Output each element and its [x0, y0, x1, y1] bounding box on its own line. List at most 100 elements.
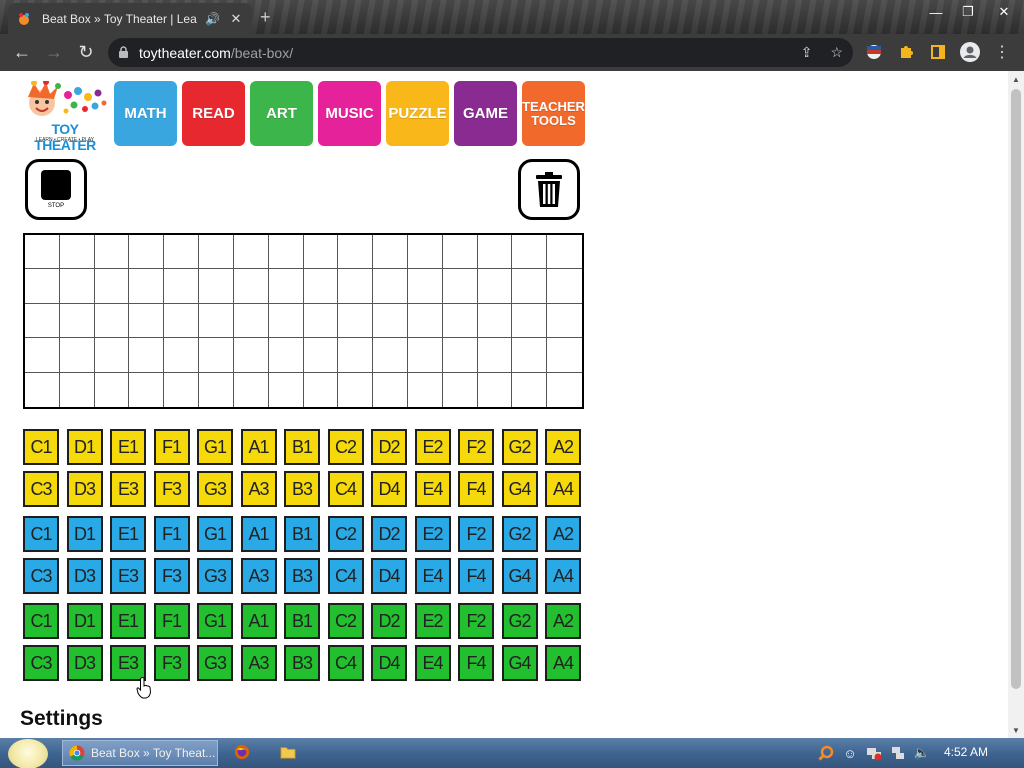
nav-puzzle[interactable]: PUZZLE — [386, 81, 449, 146]
note-button[interactable]: C2 — [327, 429, 364, 465]
grid-cell[interactable] — [233, 303, 269, 339]
grid-cell[interactable] — [512, 372, 548, 407]
note-button[interactable]: C3 — [23, 558, 59, 594]
note-button[interactable]: F2 — [458, 603, 494, 639]
note-button[interactable]: G3 — [197, 471, 233, 507]
start-button[interactable] — [8, 739, 48, 768]
note-button[interactable]: A1 — [240, 429, 277, 465]
note-button[interactable]: G4 — [501, 471, 538, 507]
note-button[interactable]: C1 — [23, 429, 59, 465]
note-button[interactable]: E3 — [110, 471, 146, 507]
grid-cell[interactable] — [303, 235, 339, 270]
speaker-icon[interactable]: 🔊 — [205, 12, 220, 26]
note-button[interactable]: A1 — [240, 603, 277, 639]
note-button[interactable]: F1 — [153, 603, 190, 639]
grid-cell[interactable] — [477, 235, 513, 270]
grid-cell[interactable] — [199, 372, 234, 407]
grid-cell[interactable] — [269, 372, 304, 407]
note-button[interactable]: B1 — [284, 429, 320, 465]
note-button[interactable]: F2 — [458, 516, 494, 552]
grid-cell[interactable] — [25, 235, 60, 270]
note-button[interactable]: A3 — [240, 645, 277, 681]
note-button[interactable]: A4 — [545, 471, 581, 507]
grid-cell[interactable] — [164, 303, 200, 339]
grid-cell[interactable] — [233, 338, 269, 373]
note-button[interactable]: C4 — [327, 645, 364, 681]
note-button[interactable]: G1 — [197, 429, 233, 465]
note-button[interactable]: A1 — [240, 516, 277, 552]
grid-cell[interactable] — [268, 338, 304, 373]
note-button[interactable]: C4 — [327, 471, 364, 507]
note-button[interactable]: E2 — [414, 603, 451, 639]
note-button[interactable]: F3 — [153, 471, 190, 507]
grid-cell[interactable] — [199, 235, 234, 270]
back-arrow-icon[interactable]: ← — [6, 37, 38, 69]
grid-cell[interactable] — [338, 235, 374, 270]
grid-cell[interactable] — [442, 338, 478, 373]
grid-cell[interactable] — [373, 303, 408, 339]
close-window-icon[interactable]: ✕ — [988, 0, 1020, 24]
minimize-icon[interactable]: — — [920, 0, 952, 24]
scrollbar-thumb[interactable] — [1011, 89, 1021, 689]
grid-cell[interactable] — [512, 303, 548, 339]
grid-cell[interactable] — [199, 303, 234, 339]
grid-cell[interactable] — [94, 338, 130, 373]
note-button[interactable]: E4 — [414, 471, 451, 507]
grid-cell[interactable] — [407, 235, 443, 270]
note-button[interactable]: D4 — [371, 471, 407, 507]
note-button[interactable]: E1 — [110, 603, 146, 639]
note-button[interactable]: A3 — [240, 558, 277, 594]
grid-cell[interactable] — [233, 235, 269, 270]
grid-cell[interactable] — [547, 304, 582, 339]
note-button[interactable]: D2 — [371, 429, 407, 465]
grid-cell[interactable] — [129, 235, 165, 270]
note-button[interactable]: G1 — [197, 516, 233, 552]
note-button[interactable]: B1 — [284, 603, 320, 639]
grid-cell[interactable] — [373, 235, 408, 270]
grid-cell[interactable] — [442, 235, 478, 270]
grid-cell[interactable] — [199, 338, 234, 373]
grid-cell[interactable] — [373, 269, 408, 304]
page-scrollbar[interactable]: ▲ ▼ — [1008, 71, 1024, 738]
grid-cell[interactable] — [268, 303, 304, 339]
grid-cell[interactable] — [304, 372, 339, 407]
grid-cell[interactable] — [338, 269, 374, 304]
grid-cell[interactable] — [164, 372, 200, 407]
nav-music[interactable]: MUSIC — [318, 81, 381, 146]
grid-cell[interactable] — [373, 338, 408, 373]
note-button[interactable]: D2 — [371, 516, 407, 552]
bookmark-star-icon[interactable]: ☆ — [830, 44, 843, 61]
grid-cell[interactable] — [512, 338, 548, 373]
grid-cell[interactable] — [373, 372, 408, 407]
nav-read[interactable]: READ — [182, 81, 245, 146]
volume-icon[interactable]: 🔈 — [914, 745, 930, 761]
note-button[interactable]: G2 — [501, 429, 538, 465]
note-button[interactable]: G3 — [197, 558, 233, 594]
grid-cell[interactable] — [59, 338, 95, 373]
grid-cell[interactable] — [94, 235, 130, 270]
browser-tab[interactable]: Beat Box » Toy Theater | Lea 🔊 ✕ — [8, 3, 252, 34]
grid-cell[interactable] — [478, 372, 513, 407]
profile-flag-icon[interactable] — [864, 42, 884, 62]
note-button[interactable]: F1 — [153, 516, 190, 552]
nav-game[interactable]: GAME — [454, 81, 517, 146]
note-button[interactable]: A2 — [545, 516, 581, 552]
note-button[interactable]: D3 — [66, 558, 103, 594]
grid-cell[interactable] — [442, 269, 478, 304]
grid-cell[interactable] — [338, 303, 374, 339]
note-button[interactable]: B3 — [284, 471, 320, 507]
note-button[interactable]: F3 — [153, 645, 190, 681]
stop-button[interactable]: STOP — [25, 159, 87, 220]
restore-icon[interactable]: ❐ — [952, 0, 984, 24]
grid-cell[interactable] — [199, 269, 234, 304]
note-button[interactable]: G2 — [501, 516, 538, 552]
reload-icon[interactable]: ↻ — [70, 37, 102, 69]
note-button[interactable]: B3 — [284, 645, 320, 681]
grid-cell[interactable] — [59, 303, 95, 339]
grid-cell[interactable] — [303, 303, 339, 339]
note-button[interactable]: G1 — [197, 603, 233, 639]
note-button[interactable]: D4 — [371, 645, 407, 681]
grid-cell[interactable] — [477, 303, 513, 339]
grid-cell[interactable] — [268, 269, 304, 304]
address-bar[interactable]: toytheater.com/beat-box/ ⇪ ☆ — [108, 38, 853, 67]
